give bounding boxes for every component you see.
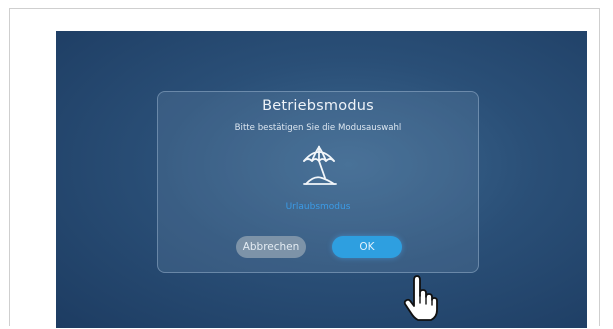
ok-button[interactable]: OK bbox=[332, 236, 402, 258]
operating-mode-dialog: Betriebsmodus Bitte bestätigen Sie die M… bbox=[157, 91, 479, 273]
device-screen: Betriebsmodus Bitte bestätigen Sie die M… bbox=[56, 31, 587, 328]
selected-mode-label: Urlaubsmodus bbox=[285, 202, 351, 212]
image-frame: Betriebsmodus Bitte bestätigen Sie die M… bbox=[9, 8, 600, 328]
dialog-title: Betriebsmodus bbox=[262, 98, 374, 114]
beach-umbrella-icon bbox=[303, 145, 337, 185]
cancel-button[interactable]: Abbrechen bbox=[236, 236, 306, 258]
hand-pointer-icon bbox=[403, 275, 438, 321]
dialog-subtitle: Bitte bestätigen Sie die Modusauswahl bbox=[234, 123, 402, 133]
